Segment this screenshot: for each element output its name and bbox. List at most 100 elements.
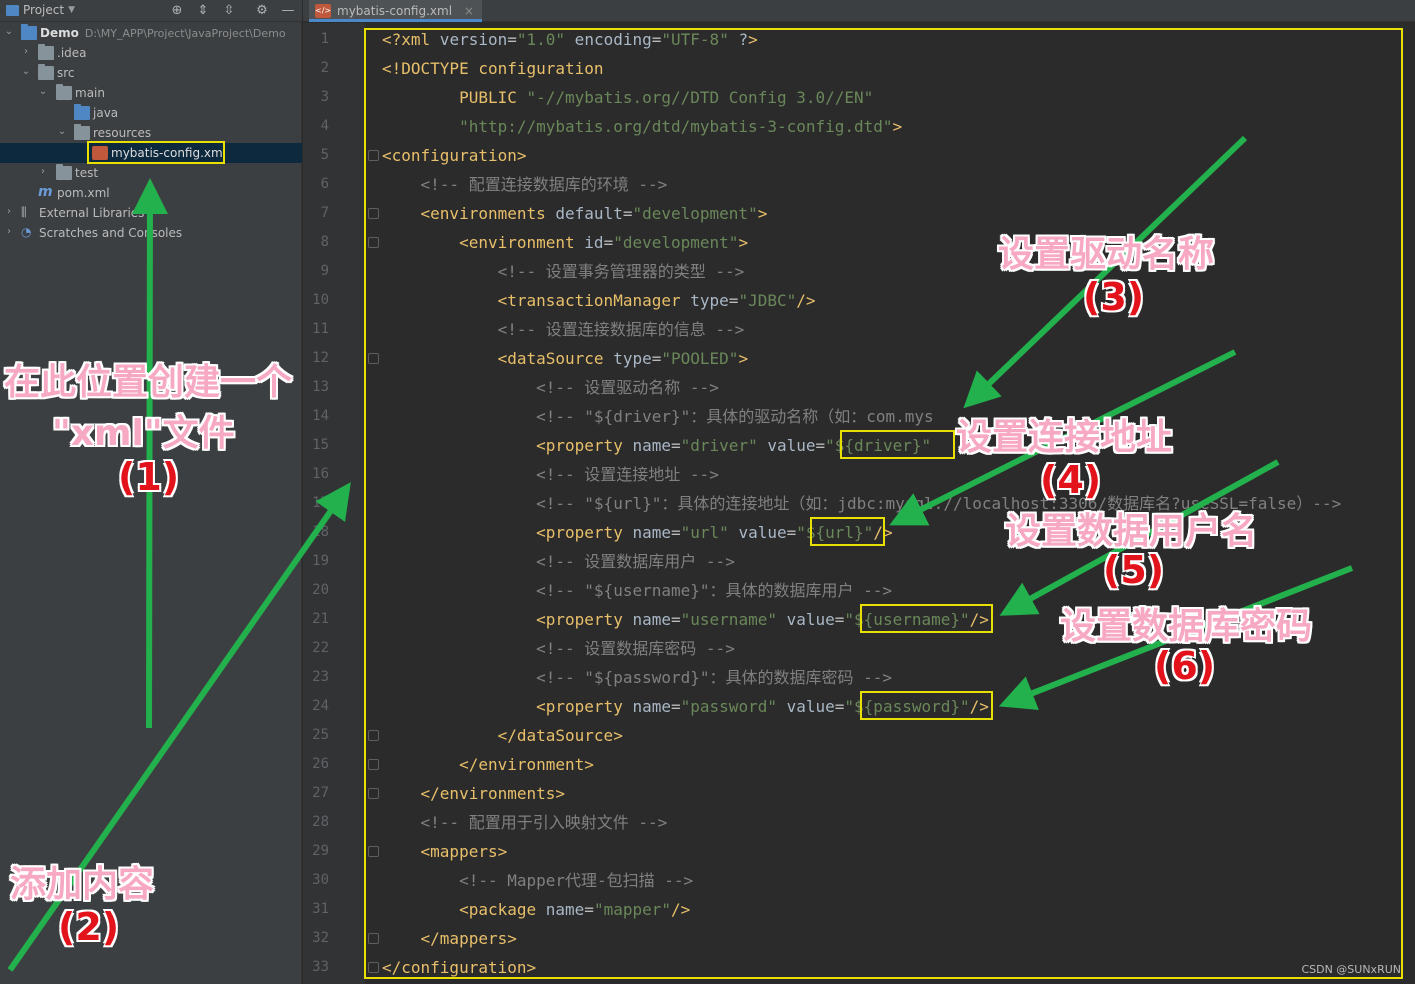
tree-item-idea[interactable]: › .idea [0, 43, 302, 63]
line-number: 3 [320, 89, 329, 105]
code-line[interactable]: <!-- 设置连接地址 --> [382, 460, 719, 489]
fold-marker-icon[interactable] [368, 730, 379, 741]
resources-folder-icon [74, 124, 90, 140]
tree-item-label: resources [93, 126, 152, 140]
annotation-3-text: 设置驱动名称 [998, 234, 1215, 275]
code-line[interactable]: PUBLIC "-//mybatis.org//DTD Config 3.0//… [382, 83, 873, 112]
annotation-2-text: 添加内容 [10, 864, 155, 905]
maven-icon: m [38, 184, 53, 200]
code-line[interactable]: <property name="username" value="${usern… [382, 605, 989, 634]
annotation-6-number: (6) [1154, 644, 1216, 688]
annotation-1-number: (1) [118, 455, 180, 499]
line-number: 32 [312, 930, 329, 946]
line-number: 24 [312, 698, 329, 714]
annotation-1-line2: "xml"文件 [52, 413, 235, 454]
tree-item-pom[interactable]: m pom.xml [0, 183, 302, 203]
fold-marker-icon[interactable] [368, 237, 379, 248]
line-number: 31 [312, 901, 329, 917]
code-line[interactable]: <environment id="development"> [382, 228, 748, 257]
fold-marker-icon[interactable] [368, 962, 379, 973]
tab-mybatis-config[interactable]: </> mybatis-config.xml × [309, 0, 482, 22]
watermark: CSDN @SUNxRUN [1301, 963, 1401, 976]
chevron-right-icon[interactable]: › [20, 45, 32, 59]
code-line[interactable]: <environments default="development"> [382, 199, 768, 228]
code-line[interactable]: <?xml version="1.0" encoding="UTF-8" ?> [382, 25, 758, 54]
code-line[interactable]: <property name="password" value="${passw… [382, 692, 989, 721]
fold-marker-icon[interactable] [368, 353, 379, 364]
tree-item-java[interactable]: java [0, 103, 302, 123]
tree-item-scratches[interactable]: › ◔ Scratches and Consoles [0, 223, 302, 243]
chevron-down-icon[interactable]: ⌄ [20, 65, 32, 79]
code-line[interactable]: <mappers> [382, 837, 508, 866]
fold-marker-icon[interactable] [368, 208, 379, 219]
code-line[interactable]: </environments> [382, 779, 566, 808]
chevron-down-icon[interactable]: ⌄ [56, 125, 68, 139]
project-view-selector[interactable]: Project ▼ [6, 3, 75, 17]
code-line[interactable]: <package name="mapper"/> [382, 895, 690, 924]
code-line[interactable]: </mappers> [382, 924, 517, 953]
folder-icon [38, 64, 54, 80]
chevron-down-icon[interactable]: ⌄ [3, 25, 15, 39]
chevron-down-icon: ▼ [68, 5, 75, 15]
annotation-1-line1: 在此位置创建一个 [4, 362, 293, 403]
tree-item-src[interactable]: ⌄ src [0, 63, 302, 83]
chevron-down-icon[interactable]: ⌄ [37, 85, 49, 99]
code-line[interactable]: <!-- "${password}"：具体的数据库密码 --> [382, 663, 892, 692]
code-line[interactable]: <!-- 配置用于引入映射文件 --> [382, 808, 668, 837]
code-line[interactable]: <property name="url" value="${url}"/> [382, 518, 892, 547]
code-line[interactable]: <!-- 设置数据库密码 --> [382, 634, 735, 663]
tree-item-main[interactable]: ⌄ main [0, 83, 302, 103]
gear-icon[interactable]: ⚙ [254, 3, 270, 19]
tree-item-test[interactable]: › test [0, 163, 302, 183]
code-line[interactable]: <!-- 配置连接数据库的环境 --> [382, 170, 668, 199]
fold-marker-icon[interactable] [368, 150, 379, 161]
tree-item-label: src [57, 66, 75, 80]
chevron-right-icon[interactable]: › [3, 225, 15, 239]
code-line[interactable]: <dataSource type="POOLED"> [382, 344, 748, 373]
line-number: 21 [312, 611, 329, 627]
code-line[interactable]: <!-- 设置驱动名称 --> [382, 373, 719, 402]
tree-item-external-libraries[interactable]: › ⫼ External Libraries [0, 203, 302, 223]
line-number: 19 [312, 553, 329, 569]
tree-item-demo[interactable]: ⌄ Demo D:\MY_APP\Project\JavaProject\Demo [0, 23, 302, 43]
locate-file-icon[interactable]: ⊕ [169, 3, 185, 19]
code-line[interactable]: </configuration> [382, 953, 536, 982]
expand-all-icon[interactable]: ⇕ [195, 3, 211, 19]
code-line[interactable]: <configuration> [382, 141, 527, 170]
annotation-2-number: (2) [58, 905, 120, 949]
code-line[interactable]: </environment> [382, 750, 594, 779]
code-line[interactable]: <!-- "${username}"：具体的数据库用户 --> [382, 576, 892, 605]
fold-marker-icon[interactable] [368, 788, 379, 799]
hide-panel-icon[interactable]: — [280, 3, 296, 19]
code-line[interactable]: </dataSource> [382, 721, 623, 750]
code-line[interactable]: <transactionManager type="JDBC"/> [382, 286, 816, 315]
close-icon[interactable]: × [464, 4, 474, 18]
project-icon [6, 4, 19, 16]
tree-item-label: Scratches and Consoles [39, 226, 183, 240]
code-line[interactable]: <!DOCTYPE configuration [382, 54, 604, 83]
code-line[interactable]: <!-- "${driver}"：具体的驱动名称（如：com.mys [382, 402, 934, 431]
code-line[interactable]: <!-- Mapper代理-包扫描 --> [382, 866, 693, 895]
code-line[interactable]: <!-- 设置连接数据库的信息 --> [382, 315, 745, 344]
line-number: 1 [320, 31, 329, 47]
code-line[interactable]: <!-- 设置数据库用户 --> [382, 547, 735, 576]
collapse-all-icon[interactable]: ⇳ [221, 3, 237, 19]
annotation-4-text: 设置连接地址 [956, 417, 1173, 458]
code-line[interactable]: "http://mybatis.org/dtd/mybatis-3-config… [382, 112, 902, 141]
line-number: 29 [312, 843, 329, 859]
source-folder-icon [74, 104, 90, 120]
code-line[interactable]: <property name="driver" value="${driver}… [382, 431, 931, 460]
code-line[interactable]: <!-- 设置事务管理器的类型 --> [382, 257, 745, 286]
fold-marker-icon[interactable] [368, 933, 379, 944]
fold-marker-icon[interactable] [368, 759, 379, 770]
tree-item-resources[interactable]: ⌄ resources [0, 123, 302, 143]
chevron-right-icon[interactable]: › [37, 165, 49, 179]
line-number: 17 [312, 495, 329, 511]
fold-marker-icon[interactable] [368, 846, 379, 857]
line-number: 4 [320, 118, 329, 134]
libraries-icon: ⫼ [21, 205, 27, 219]
scratches-icon: ◔ [21, 225, 32, 239]
line-number: 33 [312, 959, 329, 975]
xml-file-icon: </> [315, 4, 331, 18]
chevron-right-icon[interactable]: › [3, 205, 15, 219]
